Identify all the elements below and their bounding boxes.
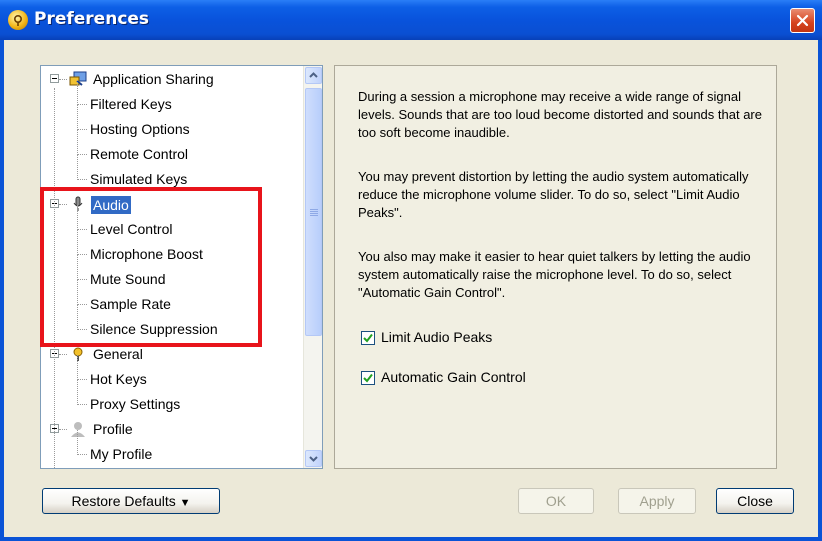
tree-item-label: Hot Keys	[90, 371, 147, 387]
tree-item-label: Sample Rate	[90, 296, 171, 312]
tree-item-silence-suppression[interactable]: Silence Suppression	[41, 305, 303, 342]
automatic-gain-control-label[interactable]: Automatic Gain Control	[381, 369, 526, 385]
scroll-down-button[interactable]	[305, 450, 322, 467]
preferences-tree: Application Sharing Filtered Keys Hosting …	[40, 65, 323, 469]
tree-item-proxy-settings[interactable]: Proxy Settings	[41, 380, 303, 417]
tree-item-remote-control[interactable]: Remote Control	[41, 130, 303, 167]
tree-item-audio[interactable]: Audio	[41, 192, 303, 217]
tree-item-profile[interactable]: Profile	[41, 417, 303, 442]
close-button[interactable]: Close	[716, 488, 794, 514]
tree-item-label: Audio	[91, 196, 131, 214]
window-close-button[interactable]	[790, 8, 815, 33]
tree-item-label: Microphone Boost	[90, 246, 203, 262]
tree-item-label: Level Control	[90, 221, 173, 237]
app-sharing-icon	[69, 70, 87, 88]
microphone-icon	[69, 195, 87, 213]
tree-item-sample-rate[interactable]: Sample Rate	[41, 280, 303, 317]
profile-icon	[69, 420, 87, 438]
title-bar[interactable]: Preferences	[0, 0, 822, 40]
dropdown-arrow-icon: ▼	[179, 497, 191, 509]
tree-item-filtered-keys[interactable]: Filtered Keys	[41, 80, 303, 117]
tree-item-label: My Profile	[90, 446, 153, 462]
tree-item-mute-sound[interactable]: Mute Sound	[41, 255, 303, 292]
general-icon	[69, 345, 87, 363]
tree-item-general[interactable]: General	[41, 342, 303, 367]
ok-button[interactable]: OK	[518, 488, 594, 514]
dialog-body: Application Sharing Filtered Keys Hosting …	[4, 40, 818, 537]
tree-item-label: Profile	[93, 421, 133, 437]
limit-audio-peaks-checkbox[interactable]	[361, 331, 375, 345]
checkmark-icon	[363, 333, 373, 343]
checkmark-icon	[363, 373, 373, 383]
preferences-window: Preferences Application Sharing Filtered …	[0, 0, 822, 541]
description-paragraph-1: During a session a microphone may receiv…	[358, 89, 762, 140]
tree-item-label: Remote Control	[90, 146, 189, 162]
audio-settings-pane: During a session a microphone may receiv…	[334, 65, 777, 469]
restore-defaults-label: Restore Defaults	[71, 493, 176, 509]
tree-item-microphone-boost[interactable]: Microphone Boost	[41, 230, 303, 267]
tree-item-label: Hosting Options	[90, 121, 190, 137]
window-title: Preferences	[34, 9, 150, 29]
chevron-up-icon	[309, 72, 318, 78]
collapse-toggle-icon[interactable]	[50, 74, 59, 83]
close-icon	[796, 14, 809, 27]
chevron-down-icon	[309, 456, 318, 462]
description-paragraph-2: You may prevent distortion by letting th…	[358, 169, 749, 220]
tree-item-label: Proxy Settings	[90, 396, 181, 412]
tree-item-hosting-options[interactable]: Hosting Options	[41, 105, 303, 142]
tree-scrollbar[interactable]	[303, 66, 322, 468]
tree-item-label: Silence Suppression	[90, 321, 218, 337]
tree-item-level-control[interactable]: Level Control	[41, 205, 303, 242]
scroll-thumb[interactable]	[305, 88, 322, 336]
tree-item-label: Simulated Keys	[90, 171, 188, 187]
limit-audio-peaks-label[interactable]: Limit Audio Peaks	[381, 329, 492, 345]
tree-item-application-sharing[interactable]: Application Sharing	[41, 67, 303, 92]
tree-item-label: Filtered Keys	[90, 96, 172, 112]
tree-item-my-profile[interactable]: My Profile	[41, 430, 303, 467]
tree-item-label: Mute Sound	[90, 271, 166, 287]
tree-item-label: Application Sharing	[93, 71, 214, 87]
restore-defaults-button[interactable]: Restore Defaults ▼	[42, 488, 220, 514]
app-logo-icon	[8, 10, 28, 30]
automatic-gain-control-checkbox[interactable]	[361, 371, 375, 385]
tree-list: Application Sharing Filtered Keys Hosting …	[41, 66, 303, 468]
scroll-up-button[interactable]	[305, 67, 322, 84]
apply-button[interactable]: Apply	[618, 488, 696, 514]
tree-item-label: General	[93, 346, 143, 362]
tree-item-hot-keys[interactable]: Hot Keys	[41, 355, 303, 392]
tree-item-simulated-keys[interactable]: Simulated Keys	[41, 155, 303, 192]
description-paragraph-3: You also may make it easier to hear quie…	[358, 249, 751, 300]
